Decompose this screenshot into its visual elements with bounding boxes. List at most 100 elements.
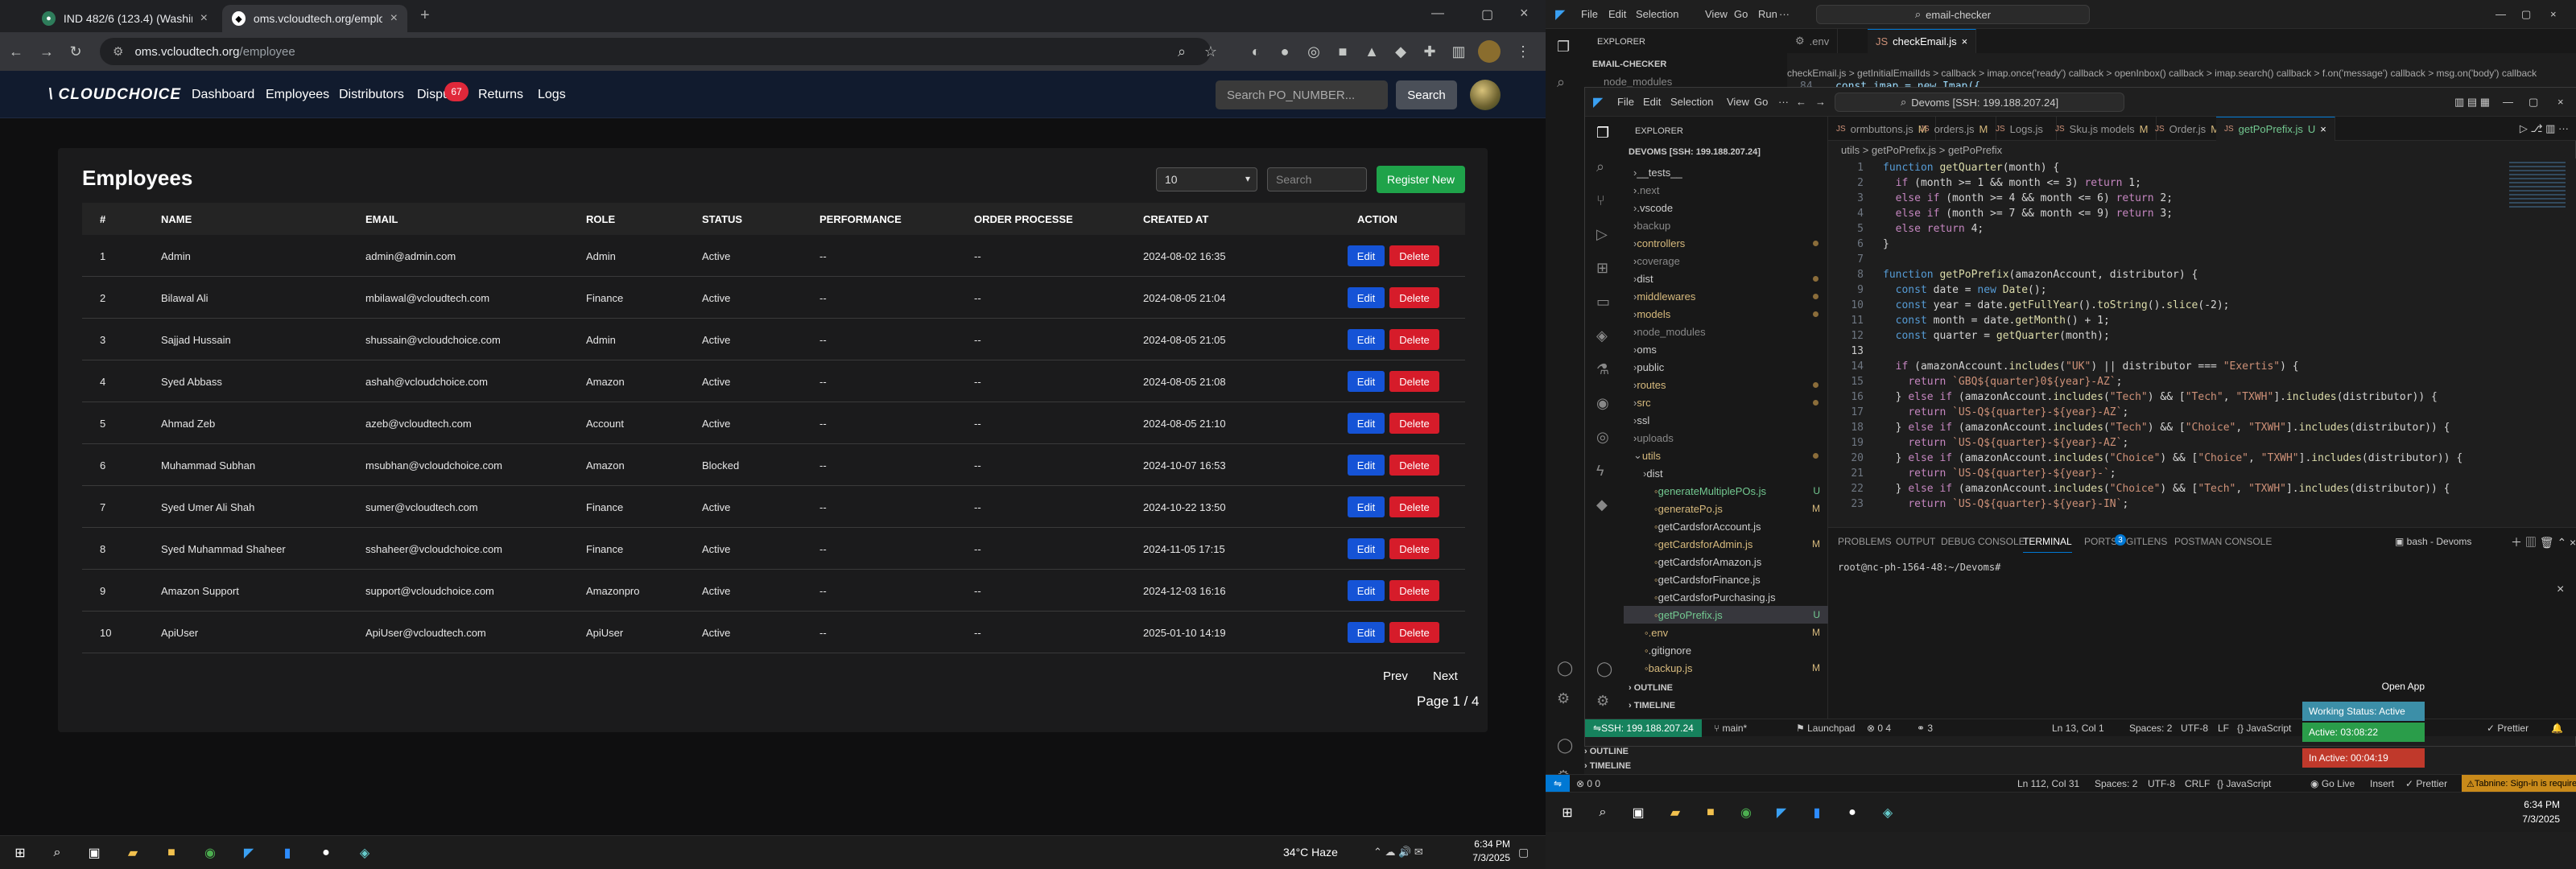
bookmark-star-icon[interactable]: ☆ <box>1201 42 1220 61</box>
extensions-puzzle-icon[interactable]: ✚ <box>1420 42 1439 61</box>
menu-go[interactable]: Go <box>1754 96 1768 108</box>
forward-icon[interactable]: → <box>37 42 56 61</box>
menu-go[interactable]: Go <box>1734 8 1748 20</box>
gitlens-icon[interactable]: ◈ <box>1596 327 1608 344</box>
source-control-icon[interactable]: ⑂ <box>1596 192 1605 209</box>
terminal-prompt[interactable]: root@nc-ph-1564-48:~/Devoms# <box>1838 562 2000 573</box>
run-debug-icon[interactable]: ▷ <box>1596 226 1608 243</box>
more-menu-icon[interactable]: ··· <box>1779 8 1790 20</box>
tree-item[interactable]: ◦ .gitignore <box>1624 641 1828 659</box>
delete-button[interactable]: Delete <box>1389 245 1439 266</box>
site-info-icon[interactable]: ⚙ <box>113 44 123 59</box>
tree-item[interactable]: ◦ generateMultiplePOs.js U <box>1624 482 1828 500</box>
delete-button[interactable]: Delete <box>1389 538 1439 559</box>
docker-icon[interactable]: ◎ <box>1596 429 1609 446</box>
vscode-icon[interactable]: ◤ <box>1769 801 1794 825</box>
edit-button[interactable]: Edit <box>1348 538 1385 559</box>
tree-item[interactable]: ◦ getCardsforAdmin.js M <box>1624 535 1828 553</box>
tree-item[interactable]: › .next <box>1624 181 1828 199</box>
notifications-bell-icon[interactable]: 🔔 <box>2551 723 2563 734</box>
command-center[interactable]: ⌕ email-checker <box>1816 5 2090 24</box>
search-icon[interactable]: ⌕ <box>1591 801 1615 825</box>
launchpad[interactable]: ⚑ Launchpad <box>1796 723 1855 734</box>
outline-section[interactable]: › OUTLINE <box>1629 683 1673 693</box>
delete-button[interactable]: Delete <box>1389 496 1439 517</box>
back-icon[interactable]: ← <box>1796 96 1806 108</box>
task-view-icon[interactable]: ▣ <box>82 841 106 865</box>
edit-button[interactable]: Edit <box>1348 622 1385 643</box>
tree-item[interactable]: › controllers <box>1624 234 1828 252</box>
windows-start-icon[interactable]: ⊞ <box>1555 801 1579 825</box>
chrome-icon[interactable]: ◉ <box>1734 801 1758 825</box>
indentation[interactable]: Spaces: 2 <box>2095 778 2137 789</box>
editor-tab[interactable]: JS orders.js M <box>1912 117 1997 141</box>
account-icon[interactable]: ◯ <box>1596 661 1612 677</box>
breadcrumb[interactable]: checkEmail.js > getInitialEmailIds > cal… <box>1787 68 2576 79</box>
tree-item[interactable]: ◦ .env M <box>1624 624 1828 641</box>
close-tab-icon[interactable]: × <box>200 11 208 26</box>
line-ending[interactable]: LF <box>2218 723 2229 734</box>
minimap[interactable] <box>2509 162 2566 210</box>
app-icon[interactable]: ● <box>1840 801 1864 825</box>
more-menu-icon[interactable]: ··· <box>1778 96 1789 108</box>
remote-icon[interactable]: ⇋ <box>1546 775 1570 793</box>
nav-logs[interactable]: Logs <box>538 88 566 102</box>
menu-selection[interactable]: Selection <box>1670 96 1713 108</box>
settings-gear-icon[interactable]: ⚙ <box>1557 690 1570 707</box>
clock-date[interactable]: 7/3/2025 <box>1460 852 1510 863</box>
remote-ssh-indicator[interactable]: ⇋ SSH: 199.188.207.24 <box>1585 719 1702 737</box>
minimize-icon[interactable]: — <box>2503 96 2513 108</box>
clock-time[interactable]: 6:34 PM <box>2508 799 2560 810</box>
close-tab-icon[interactable]: × <box>390 11 398 26</box>
delete-button[interactable]: Delete <box>1389 413 1439 434</box>
close-window-icon[interactable]: × <box>2557 96 2564 108</box>
nav-returns[interactable]: Returns <box>478 88 523 102</box>
insert-mode[interactable]: Insert <box>2370 778 2394 789</box>
tree-item[interactable]: › .vscode <box>1624 199 1828 216</box>
command-center[interactable]: ⌕ Devoms [SSH: 199.188.207.24] <box>1835 93 2124 112</box>
testing-icon[interactable]: ⚗ <box>1596 361 1609 378</box>
profile-avatar[interactable] <box>1478 40 1501 63</box>
settings-gear-icon[interactable]: ⚙ <box>1596 693 1609 710</box>
remote-explorer-icon[interactable]: ▭ <box>1596 294 1610 311</box>
edit-button[interactable]: Edit <box>1348 371 1385 392</box>
indentation[interactable]: Spaces: 2 <box>2129 723 2172 734</box>
tree-item[interactable]: ⌄ utils <box>1624 447 1828 464</box>
explorer-icon[interactable]: ❐ <box>1557 39 1570 56</box>
panel-tab[interactable]: OUTPUT <box>1896 536 1935 547</box>
close-window-icon[interactable]: × <box>1520 5 1529 22</box>
store-icon[interactable]: ■ <box>159 841 184 865</box>
employee-search-input[interactable]: Search <box>1267 167 1367 192</box>
panel-tab[interactable]: TERMINAL <box>2023 536 2072 553</box>
panel-tab[interactable]: POSTMAN CONSOLE <box>2174 536 2272 547</box>
app-icon[interactable]: ◈ <box>353 841 377 865</box>
maximize-icon[interactable]: ▢ <box>1481 6 1493 23</box>
chrome-icon[interactable]: ◉ <box>198 841 222 865</box>
browser-tab-2[interactable]: ◆ oms.vcloudtech.org/employee × <box>222 5 407 32</box>
editor-tab[interactable]: JS Sku.js models M <box>2047 117 2157 141</box>
breadcrumb[interactable]: utils > getPoPrefix.js > getPoPrefix <box>1828 141 2576 159</box>
tree-item[interactable]: ◦ generatePo.js M <box>1624 500 1828 517</box>
tree-item[interactable]: ◦ getCardsforPurchasing.js <box>1624 588 1828 606</box>
windows-start-icon[interactable]: ⊞ <box>8 841 32 865</box>
workspace-folder[interactable]: EMAIL-CHECKER <box>1592 60 1666 69</box>
language-mode[interactable]: {} JavaScript <box>2237 723 2291 734</box>
edit-button[interactable]: Edit <box>1348 329 1385 350</box>
menu-edit[interactable]: Edit <box>1608 8 1626 20</box>
delete-button[interactable]: Delete <box>1389 580 1439 601</box>
edit-button[interactable]: Edit <box>1348 580 1385 601</box>
next-page-button[interactable]: Next <box>1433 669 1458 683</box>
vscode-icon[interactable]: ◤ <box>237 841 261 865</box>
tree-item[interactable]: › middlewares <box>1624 287 1828 305</box>
app-icon[interactable]: ● <box>314 841 338 865</box>
delete-button[interactable]: Delete <box>1389 622 1439 643</box>
outline-section[interactable]: › OUTLINE <box>1584 747 1629 756</box>
extensions-icon[interactable]: ⊞ <box>1596 260 1608 277</box>
git-branch[interactable]: ⑂ main* <box>1714 723 1747 734</box>
menu-file[interactable]: File <box>1617 96 1634 108</box>
open-app-link[interactable]: Open App <box>2367 681 2425 692</box>
panel-tab[interactable]: DEBUG CONSOLE <box>1941 536 2025 547</box>
app-icon[interactable]: ◈ <box>1876 801 1900 825</box>
close-icon[interactable]: × <box>2557 583 2564 597</box>
back-icon[interactable]: ← <box>6 42 26 61</box>
